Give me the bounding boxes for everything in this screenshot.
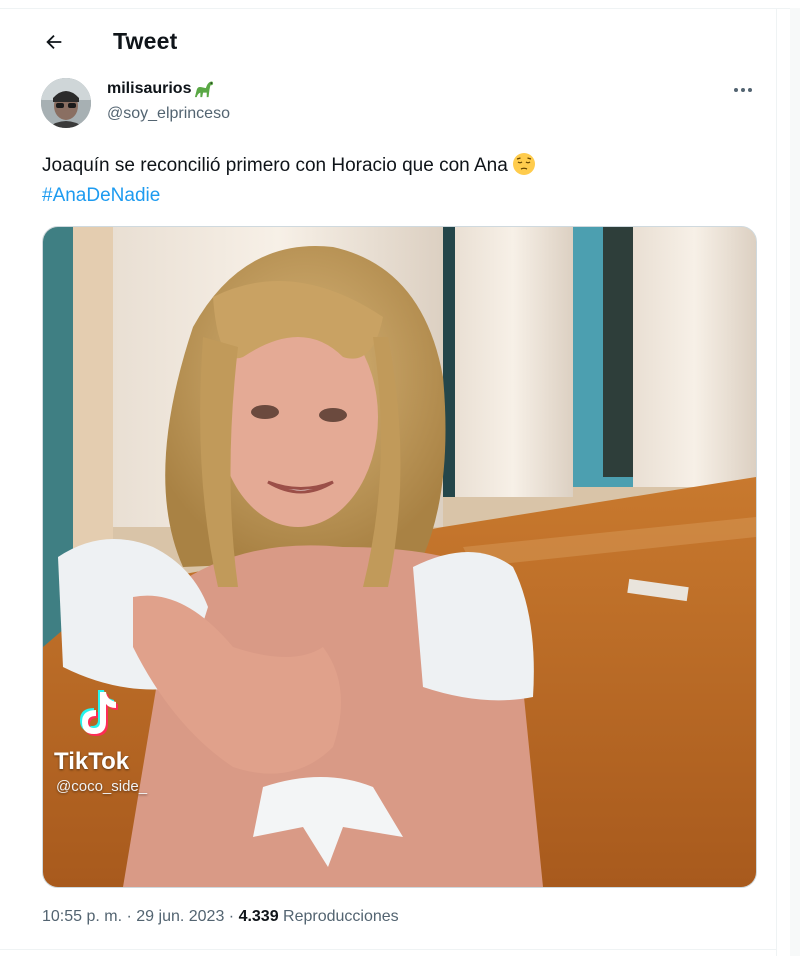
avatar[interactable] (41, 78, 91, 128)
dinosaur-emoji-icon (195, 81, 214, 98)
right-gutter (790, 8, 800, 956)
tweet-bottom-border (0, 949, 776, 950)
page-header: Tweet (0, 10, 776, 72)
author-name[interactable]: milisaurios (107, 79, 215, 99)
back-button[interactable] (34, 24, 74, 60)
tweet-text: Joaquín se reconcilió primero con Horaci… (42, 151, 762, 211)
more-button[interactable] (726, 80, 760, 100)
tiktok-watermark-brand: TikTok (54, 748, 130, 775)
author-handle[interactable]: @soy_elprinceso (107, 105, 230, 123)
tweet-time[interactable]: 10:55 p. m. (42, 908, 122, 925)
tweet-body: Joaquín se reconcilió primero con Horaci… (42, 155, 508, 176)
meta-separator: · (224, 908, 239, 925)
tiktok-watermark-handle: @coco_side_ (56, 778, 148, 795)
tweet-date[interactable]: 29 jun. 2023 (136, 908, 224, 925)
view-count: 4.339 (238, 908, 279, 925)
arrow-left-icon (46, 34, 62, 50)
more-horizontal-icon-dot (734, 88, 738, 92)
author-name-text: milisaurios (107, 80, 192, 97)
meta-separator: · (122, 908, 137, 925)
video-frame (43, 227, 756, 887)
window-top-border (0, 0, 800, 9)
column-border (776, 8, 777, 956)
hashtag-link[interactable]: #AnaDeNadie (42, 185, 160, 206)
tweet-metadata: 10:55 p. m. · 29 jun. 2023 · 4.339 Repro… (42, 908, 399, 926)
pensive-face-emoji-icon (512, 153, 535, 175)
view-count-label: Reproducciones (278, 908, 399, 925)
tweet-video[interactable] (42, 226, 757, 888)
more-horizontal-icon-dot (741, 88, 745, 92)
more-horizontal-icon-dot (748, 88, 752, 92)
tiktok-logo-icon (80, 690, 118, 736)
page-title: Tweet (113, 28, 178, 54)
